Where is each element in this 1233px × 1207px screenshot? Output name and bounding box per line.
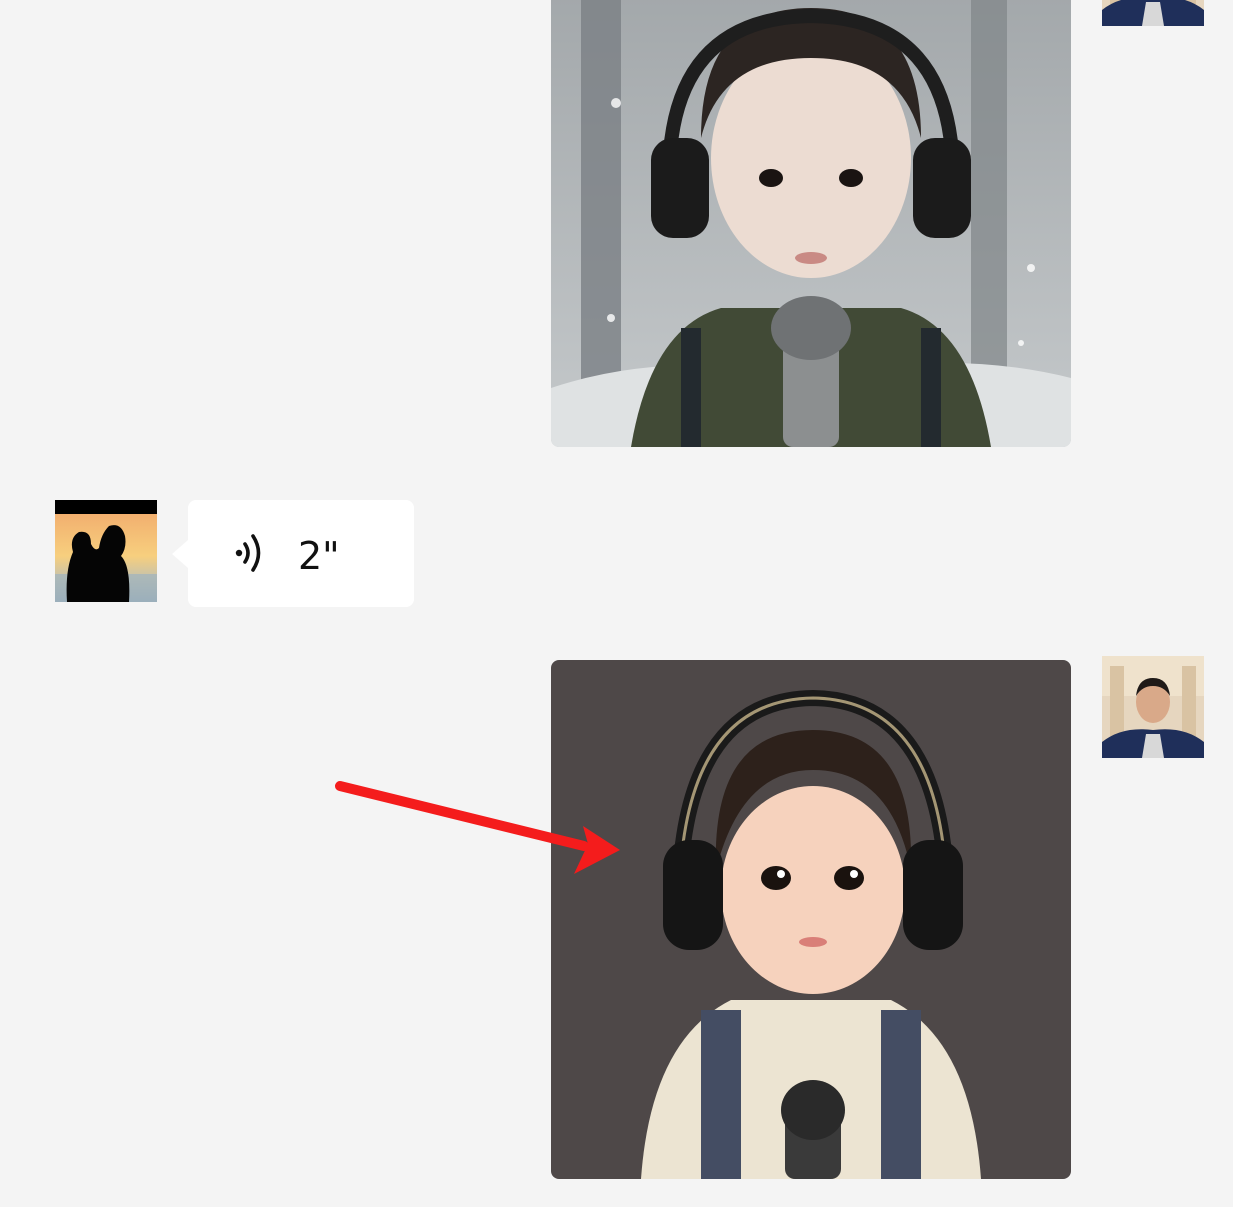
voice-duration: 2" <box>298 534 340 578</box>
self-avatar[interactable] <box>1102 0 1204 26</box>
image-message-illustration[interactable] <box>551 660 1071 1179</box>
self-avatar[interactable] <box>1102 656 1204 758</box>
contact-avatar[interactable] <box>55 500 157 602</box>
voice-wave-icon <box>232 531 272 575</box>
voice-message-bubble[interactable]: 2" <box>172 500 414 607</box>
image-message-photo[interactable] <box>551 0 1071 447</box>
chat-window: 2" <box>0 0 1233 1207</box>
